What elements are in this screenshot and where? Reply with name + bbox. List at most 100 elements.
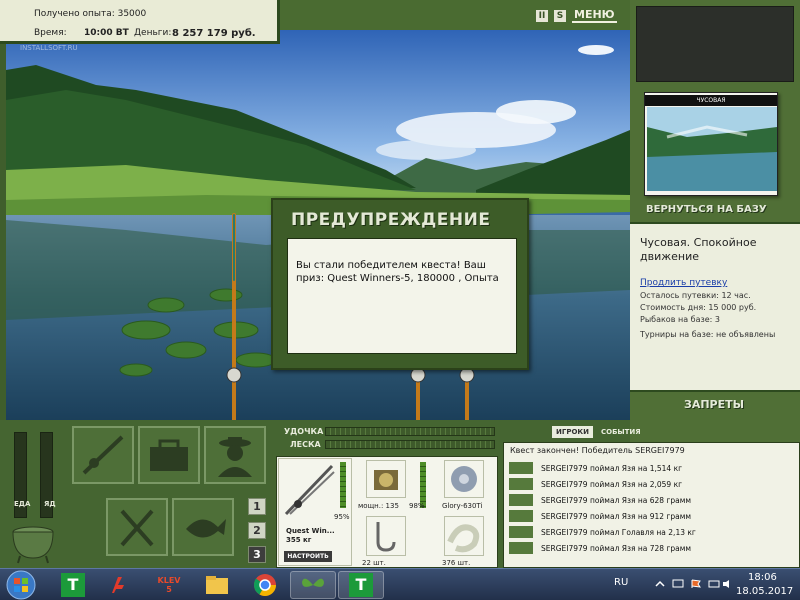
location-card-title: ЧУСОВАЯ [645,95,777,106]
day-cost: Стоимость дня: 15 000 руб. [640,303,757,312]
return-to-base-button[interactable]: ВЕРНУТЬСЯ НА БАЗУ [646,204,767,215]
bait-icon [447,524,480,553]
rod-tension-label: УДОЧКА [284,427,324,436]
food-tile[interactable] [106,498,168,556]
location-info-panel: Чусовая. Спокойное движение Продлить пут… [630,222,800,392]
clock-date[interactable]: 18.05.2017 [736,586,793,597]
taskbar-app-explorer[interactable] [194,571,240,599]
tackle-box-icon [150,439,188,471]
event-text: SERGEI7979 поймал Язя на 728 грамм [541,543,692,553]
chrome-icon [253,574,276,596]
fish-icon [509,494,533,506]
monitor-icon[interactable] [672,579,684,589]
page-3-button[interactable]: 3 [248,546,266,563]
bans-button[interactable]: ЗАПРЕТЫ [684,398,744,411]
fish-icon [509,526,533,538]
taskbar-app-butterfly[interactable] [290,571,336,599]
taskbar-app-klev[interactable]: KLEV 5 [146,571,192,599]
fork-knife-icon [120,509,154,547]
top-buttons: II S МЕНЮ [536,8,617,23]
experience-text: Получено опыта: 35000 [34,9,147,19]
chevron-up-icon[interactable] [654,579,666,589]
rods-tile[interactable] [72,426,134,484]
flag-icon[interactable] [690,579,702,589]
dialog-message: Вы стали победителем квеста! Ваш приз: Q… [287,238,517,354]
list-item: SERGEI7979 поймал Язя на 628 грамм [509,493,789,507]
tackle-box-tile[interactable] [138,426,200,484]
money-value: 8 257 179 руб. [172,28,256,39]
location-name: Чусовая. Спокойное движение [640,236,757,263]
fishing-rod-icon [82,435,124,475]
dialog-title: ПРЕДУПРЕЖДЕНИЕ [291,210,491,230]
fa-app-icon [112,577,124,593]
language-indicator[interactable]: RU [614,577,628,588]
anglers-count: Рыбаков на базе: 3 [640,315,720,324]
fish-icon [509,542,533,554]
extend-trip-link[interactable]: Продлить путевку [640,278,790,288]
menu-button[interactable]: МЕНЮ [572,8,617,23]
events-headline: Квест закончен! Победитель SERGEI7979 [510,446,685,455]
tab-players[interactable]: ИГРОКИ [552,426,593,438]
fish-icon [509,510,533,522]
events-tabs: ИГРОКИ СОБЫТИЯ [552,426,645,438]
event-text: SERGEI7979 поймал Голавля на 2,13 кг [541,527,696,537]
folder-icon [206,576,228,594]
klev-app-icon: KLEV 5 [157,576,181,594]
reel-percent: 98% [409,502,425,510]
poison-label: ЯД [44,500,56,508]
bait-count: 376 шт. [442,559,471,567]
catch-tile[interactable] [172,498,234,556]
taskbar-app-t[interactable]: T [50,571,96,599]
clock-time[interactable]: 18:06 [748,572,777,583]
watermark: INSTALLSOFT.RU [20,44,78,52]
fisherman-icon [218,437,252,477]
rod-weight: 355 кг [286,536,312,544]
list-item: SERGEI7979 поймал Язя на 2,059 кг [509,477,789,491]
line-tension-bar [325,440,495,449]
page-1-button[interactable]: 1 [248,498,266,515]
reel-power: мощн.: 135 [358,502,399,510]
event-text: SERGEI7979 поймал Язя на 912 грамм [541,511,692,521]
sound-button[interactable]: S [554,9,566,22]
taskbar-app-t2[interactable]: T [338,571,384,599]
player-info-panel: Получено опыта: 35000 Время: 10:00 ВТ Де… [0,0,280,44]
tab-events[interactable]: СОБЫТИЯ [597,426,645,438]
fish-icon [186,519,226,538]
taskbar-app-chrome[interactable] [242,571,288,599]
fish-icon [509,462,533,474]
cauldron-icon[interactable] [8,520,58,564]
event-text: SERGEI7979 поймал Язя на 1,514 кг [541,463,683,473]
list-item: SERGEI7979 поймал Голавля на 2,13 кг [509,525,789,539]
hooks-count: 22 шт. [362,559,386,567]
rod-name: Quest Win... [286,527,335,535]
page-2-button[interactable]: 2 [248,522,266,539]
volume-icon[interactable] [722,579,734,589]
angler-tile[interactable] [204,426,266,484]
warning-dialog[interactable]: ПРЕДУПРЕЖДЕНИЕ Вы стали победителем квес… [271,198,529,370]
list-item: SERGEI7979 поймал Язя на 912 грамм [509,509,789,523]
rod-durability-bar [340,462,346,508]
line-name: Glory-630Ti [442,502,483,510]
event-text: SERGEI7979 поймал Язя на 2,059 кг [541,479,683,489]
rod-tension-bar [325,427,495,436]
hook-icon [376,522,396,552]
app-t2-icon: T [349,573,373,597]
minimap-panel [636,6,794,82]
time-label: Время: [34,28,67,38]
fish-icon [509,478,533,490]
line-tension-label: ЛЕСКА [290,440,321,449]
pause-button[interactable]: II [536,9,548,22]
event-text: SERGEI7979 поймал Язя на 628 грамм [541,495,692,505]
food-label: ЕДА [14,500,31,508]
location-card[interactable]: ЧУСОВАЯ [644,92,778,196]
butterfly-icon [302,578,324,587]
network-icon[interactable] [708,579,720,589]
rod-image-icon [284,464,335,516]
remaining-time: Осталось путевки: 12 час. [640,291,751,300]
taskbar-app-fa[interactable] [98,571,144,599]
start-button[interactable] [2,569,40,600]
reel-icon [374,470,398,490]
tune-button[interactable]: НАСТРОИТЬ [284,551,332,562]
time-value: 10:00 ВТ [84,28,129,38]
line-spool-icon [451,466,477,492]
